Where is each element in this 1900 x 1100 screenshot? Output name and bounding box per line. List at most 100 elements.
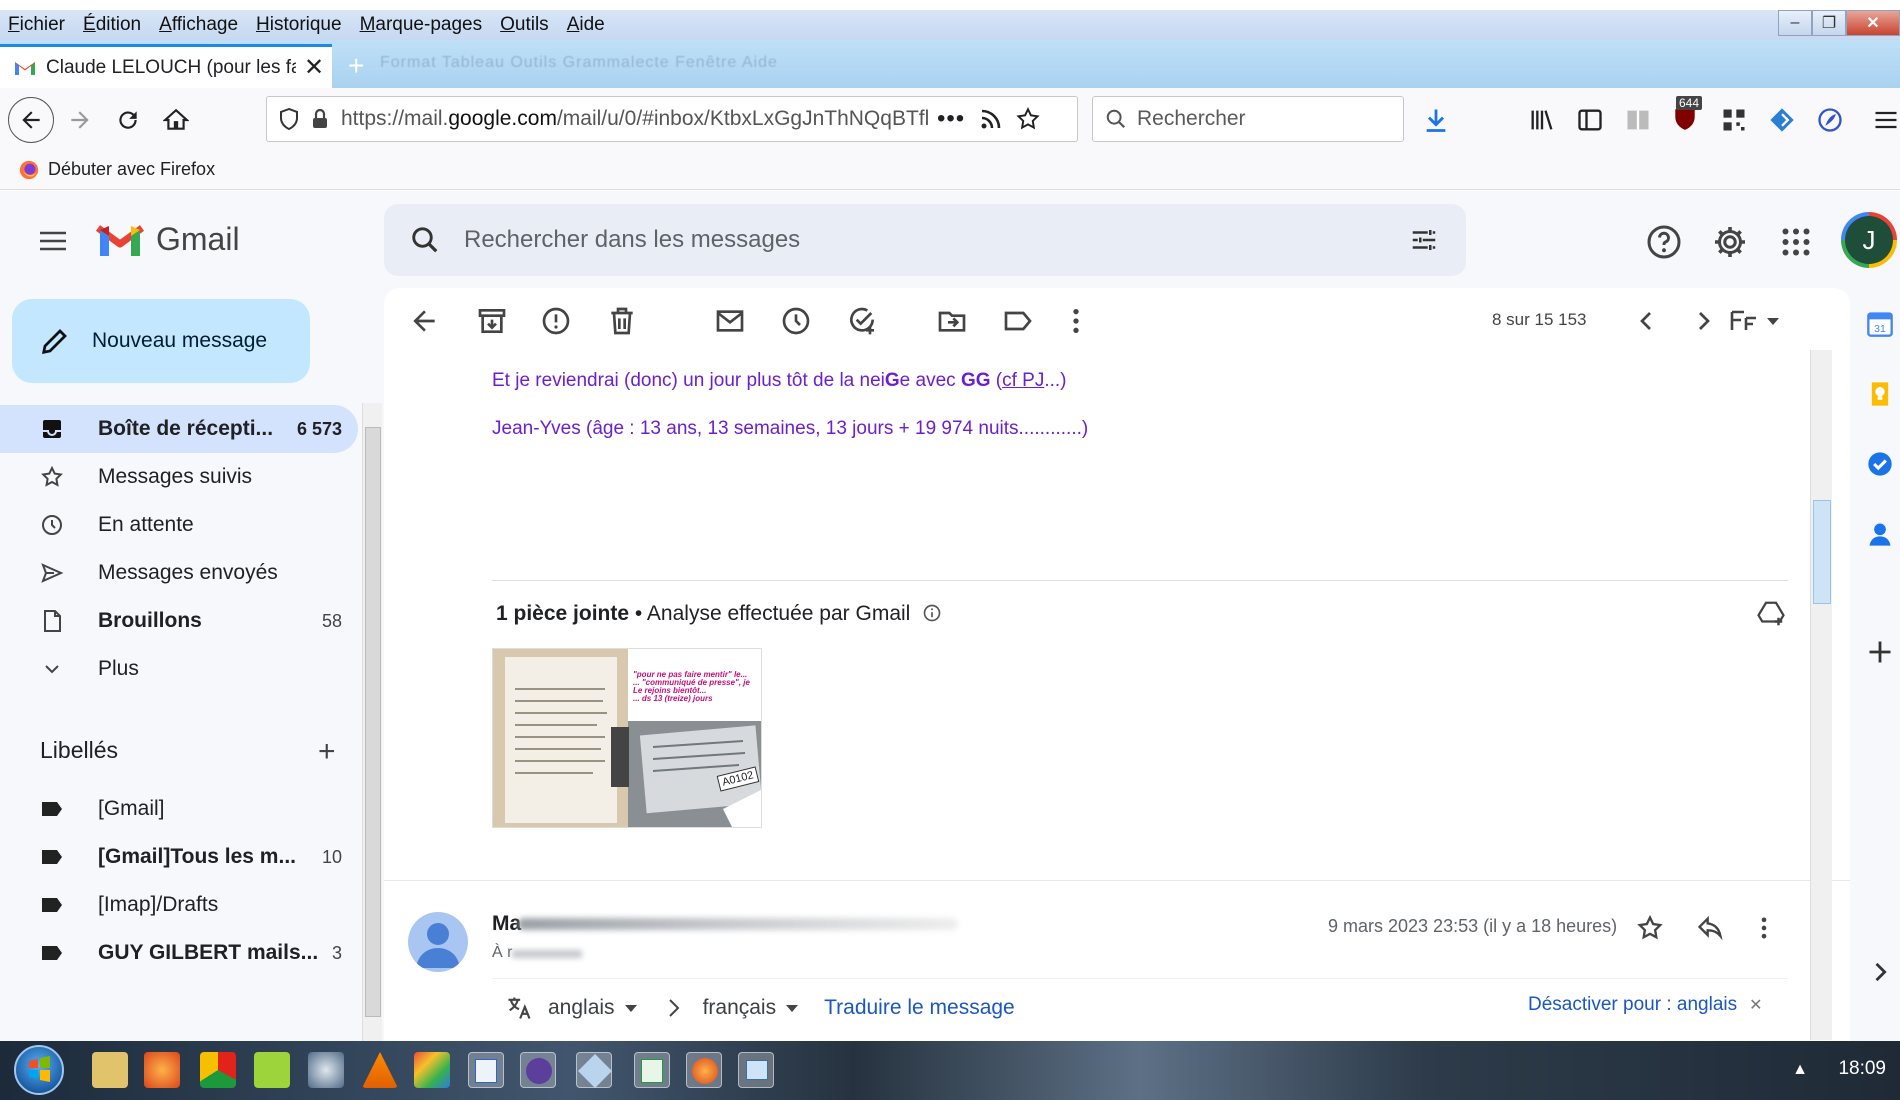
sidebar-item-drafts[interactable]: Brouillons 58: [0, 597, 358, 645]
qr-code-icon[interactable]: [1720, 106, 1748, 134]
add-to-drive-icon[interactable]: [1756, 600, 1786, 628]
label-item-gmail[interactable]: [Gmail]: [0, 785, 358, 833]
add-label-button[interactable]: +: [318, 735, 336, 769]
menu-fichier[interactable]: Fichier: [0, 14, 74, 36]
apps-grid-icon[interactable]: [1778, 224, 1814, 260]
account-avatar[interactable]: J: [1841, 212, 1897, 268]
home-button[interactable]: [156, 100, 196, 140]
close-window-button[interactable]: ✕: [1846, 10, 1900, 36]
sidebar-item-more[interactable]: Plus: [0, 645, 358, 693]
translate-message-link[interactable]: Traduire le message: [824, 996, 1015, 1020]
main-menu-icon[interactable]: [38, 229, 68, 253]
reload-button[interactable]: [108, 100, 148, 140]
close-translate-icon[interactable]: ✕: [1749, 997, 1762, 1014]
menu-affichage[interactable]: Affichage: [150, 14, 247, 36]
browser-search-bar[interactable]: Rechercher: [1092, 96, 1404, 142]
gmail-logo[interactable]: Gmail: [96, 221, 240, 258]
taskbar-writer-icon[interactable]: [468, 1052, 504, 1088]
ublock-extension[interactable]: 644: [1672, 96, 1703, 134]
chevron-left-icon[interactable]: [1630, 305, 1662, 337]
search-icon[interactable]: [410, 225, 440, 255]
archive-icon[interactable]: [476, 305, 508, 337]
label-item-gmail-all[interactable]: [Gmail]Tous les m... 10: [0, 833, 358, 881]
label-item-imap-drafts[interactable]: [Imap]/Drafts: [0, 881, 358, 929]
extension-feather-icon[interactable]: [1816, 106, 1844, 134]
reader-view-icon[interactable]: [1624, 106, 1652, 134]
info-icon[interactable]: [922, 603, 942, 623]
start-button[interactable]: [14, 1045, 64, 1095]
get-addons-plus-icon[interactable]: [1866, 638, 1894, 666]
taskbar-vlc-icon[interactable]: [362, 1052, 398, 1088]
new-tab-button[interactable]: +: [348, 50, 364, 82]
sidebar-icon[interactable]: [1576, 106, 1604, 134]
bookmark-getting-started[interactable]: Débuter avec Firefox: [18, 159, 215, 181]
contacts-icon[interactable]: [1866, 520, 1894, 548]
back-to-inbox-icon[interactable]: [408, 305, 440, 337]
taskbar-app-icon[interactable]: [520, 1052, 556, 1088]
delete-icon[interactable]: [606, 305, 638, 337]
taskbar-app-icon[interactable]: [254, 1052, 290, 1088]
sidebar-item-starred[interactable]: Messages suivis: [0, 453, 358, 501]
help-icon[interactable]: [1646, 224, 1682, 260]
taskbar-app-icon[interactable]: [200, 1052, 236, 1088]
message-scroll-thumb[interactable]: [1813, 500, 1831, 604]
page-actions-icon[interactable]: •••: [937, 105, 965, 133]
reply-icon[interactable]: [1696, 914, 1724, 942]
snooze-clock-icon[interactable]: [780, 305, 812, 337]
disable-translation-link[interactable]: Désactiver pour : anglais ✕: [1528, 994, 1763, 1016]
tray-expand-icon[interactable]: ▲: [1792, 1061, 1808, 1079]
tab-gmail[interactable]: Claude LELOUCH (pour les fans ✕: [0, 44, 332, 88]
label-item-guy-gilbert[interactable]: GUY GILBERT mails... 3: [0, 929, 358, 977]
sender-avatar[interactable]: [408, 912, 468, 972]
library-icon[interactable]: [1528, 106, 1556, 134]
tasks-icon[interactable]: [1866, 450, 1894, 478]
taskbar-window-icon[interactable]: [738, 1052, 774, 1088]
calendar-icon[interactable]: 31: [1866, 310, 1894, 338]
attachment-thumbnail[interactable]: "pour ne pas faire mentir" le... ... "co…: [492, 648, 762, 828]
sidebar-scrollbar[interactable]: [362, 403, 382, 1043]
expand-panel-icon[interactable]: [1866, 958, 1894, 986]
extension-diamond-icon[interactable]: [1768, 106, 1796, 134]
input-tools-button[interactable]: [1730, 308, 1780, 334]
message-scrollbar[interactable]: [1810, 350, 1832, 1040]
menu-edition[interactable]: Édition: [74, 14, 150, 36]
menu-historique[interactable]: Historique: [247, 14, 351, 36]
message-more-icon[interactable]: [1750, 914, 1778, 942]
keep-icon[interactable]: [1866, 380, 1894, 408]
report-spam-icon[interactable]: [540, 305, 572, 337]
settings-gear-icon[interactable]: [1712, 224, 1748, 260]
back-button[interactable]: [8, 97, 54, 143]
taskbar-app-icon[interactable]: [308, 1052, 344, 1088]
tab-close-icon[interactable]: ✕: [304, 53, 324, 82]
rss-icon[interactable]: [979, 107, 1003, 131]
target-language-select[interactable]: français: [703, 996, 777, 1020]
menu-marque-pages[interactable]: Marque-pages: [351, 14, 492, 36]
star-bookmark-icon[interactable]: [1015, 106, 1041, 132]
sidebar-item-inbox[interactable]: Boîte de récepti... 6 573: [0, 405, 358, 453]
source-language-select[interactable]: anglais: [548, 996, 615, 1020]
taskbar-calc-icon[interactable]: [634, 1052, 670, 1088]
download-icon[interactable]: [1422, 106, 1450, 134]
taskbar-firefox-active-icon[interactable]: [686, 1052, 722, 1088]
minimize-button[interactable]: –: [1778, 10, 1812, 36]
sidebar-item-snoozed[interactable]: En attente: [0, 501, 358, 549]
restore-button[interactable]: ❐: [1812, 10, 1846, 36]
search-options-icon[interactable]: [1408, 225, 1440, 255]
move-to-icon[interactable]: [936, 305, 968, 337]
sidebar-item-sent[interactable]: Messages envoyés: [0, 549, 358, 597]
forward-button[interactable]: [60, 100, 100, 140]
label-icon[interactable]: [1002, 305, 1034, 337]
menu-outils[interactable]: Outils: [491, 14, 558, 36]
more-vert-icon[interactable]: [1060, 305, 1092, 337]
taskbar-file-explorer-icon[interactable]: [92, 1052, 128, 1088]
mail-search-bar[interactable]: Rechercher dans les messages: [384, 204, 1466, 276]
star-message-icon[interactable]: [1636, 914, 1664, 942]
menu-aide[interactable]: Aide: [558, 14, 614, 36]
add-task-icon[interactable]: [846, 305, 878, 337]
taskbar-app-icon[interactable]: [414, 1052, 450, 1088]
mark-unread-icon[interactable]: [714, 305, 746, 337]
app-menu-icon[interactable]: [1872, 106, 1900, 134]
chevron-right-icon[interactable]: [1688, 305, 1720, 337]
url-bar[interactable]: https://mail.google.com/mail/u/0/#inbox/…: [266, 96, 1078, 142]
taskbar-app-icon[interactable]: [576, 1052, 612, 1088]
